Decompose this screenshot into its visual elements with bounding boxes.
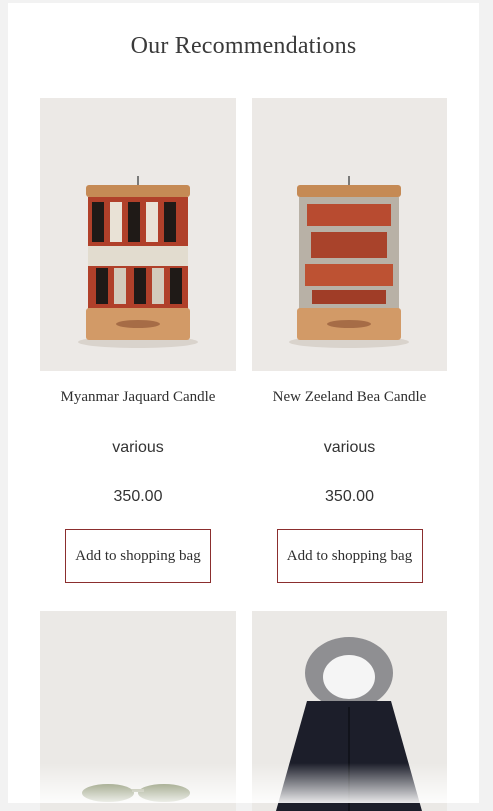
add-to-bag-button[interactable]: Add to shopping bag	[276, 529, 423, 583]
add-to-bag-button[interactable]: Add to shopping bag	[65, 529, 211, 583]
product-image[interactable]	[252, 98, 447, 371]
product-name[interactable]: New Zeeland Bea Candle	[252, 389, 447, 406]
product-card: New Zeeland Bea Candle various 350.00 Ad…	[252, 98, 447, 583]
product-image[interactable]	[40, 98, 236, 371]
product-variant: various	[112, 439, 164, 456]
candle-image	[78, 176, 198, 348]
product-price: 350.00	[325, 488, 374, 505]
recommendations-card: Our Recommendations Myanmar Jaquard Cand…	[8, 3, 479, 811]
product-card: Myanmar Jaquard Candle various 350.00 Ad…	[40, 98, 236, 583]
product-price: 350.00	[113, 488, 163, 505]
product-variant: various	[323, 439, 376, 456]
product-name[interactable]: Myanmar Jaquard Candle	[40, 389, 236, 406]
section-title: Our Recommendations	[130, 33, 357, 59]
bottom-fade	[8, 763, 479, 803]
candle-image	[289, 176, 409, 348]
